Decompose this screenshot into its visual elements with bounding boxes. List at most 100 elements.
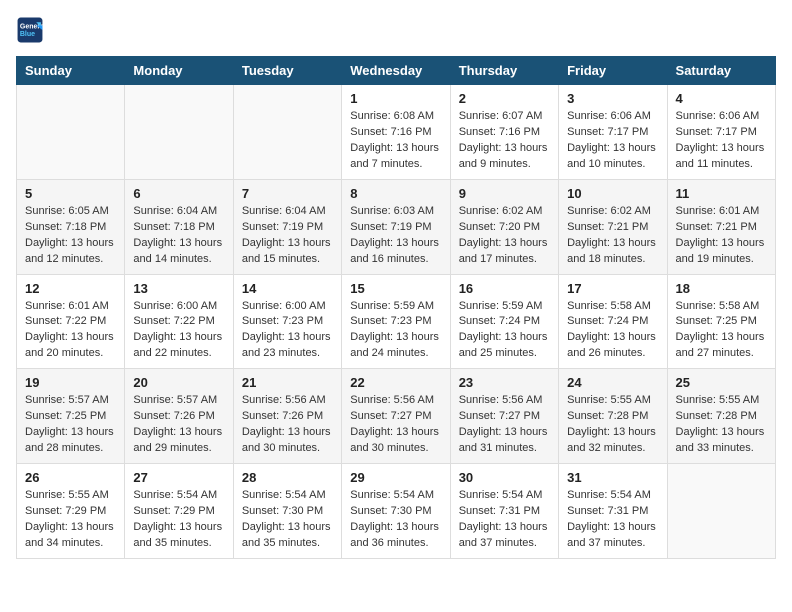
day-info: Sunrise: 5:59 AMSunset: 7:24 PMDaylight:…: [459, 299, 550, 363]
day-number: 23: [459, 375, 550, 390]
day-info: Sunrise: 6:05 AMSunset: 7:18 PMDaylight:…: [25, 204, 116, 268]
day-number: 3: [567, 91, 658, 106]
day-number: 8: [350, 186, 441, 201]
day-info: Sunrise: 5:56 AMSunset: 7:27 PMDaylight:…: [459, 393, 550, 457]
calendar-cell: 7 Sunrise: 6:04 AMSunset: 7:19 PMDaylight…: [233, 179, 341, 274]
weekday-header: Sunday: [17, 57, 125, 85]
day-number: 21: [242, 375, 333, 390]
calendar-cell: 14 Sunrise: 6:00 AMSunset: 7:23 PMDayligh…: [233, 274, 341, 369]
day-info: Sunrise: 6:00 AMSunset: 7:22 PMDaylight:…: [133, 299, 224, 363]
day-info: Sunrise: 6:04 AMSunset: 7:18 PMDaylight:…: [133, 204, 224, 268]
day-number: 27: [133, 470, 224, 485]
day-number: 26: [25, 470, 116, 485]
calendar-cell: 10 Sunrise: 6:02 AMSunset: 7:21 PMDayligh…: [559, 179, 667, 274]
day-info: Sunrise: 5:54 AMSunset: 7:30 PMDaylight:…: [350, 488, 441, 552]
day-number: 13: [133, 281, 224, 296]
day-info: Sunrise: 6:02 AMSunset: 7:21 PMDaylight:…: [567, 204, 658, 268]
day-info: Sunrise: 6:06 AMSunset: 7:17 PMDaylight:…: [676, 109, 767, 173]
day-number: 30: [459, 470, 550, 485]
calendar-cell: 5 Sunrise: 6:05 AMSunset: 7:18 PMDaylight…: [17, 179, 125, 274]
day-info: Sunrise: 5:55 AMSunset: 7:29 PMDaylight:…: [25, 488, 116, 552]
day-info: Sunrise: 5:58 AMSunset: 7:25 PMDaylight:…: [676, 299, 767, 363]
day-info: Sunrise: 5:56 AMSunset: 7:27 PMDaylight:…: [350, 393, 441, 457]
logo: General Blue: [16, 16, 48, 44]
day-number: 20: [133, 375, 224, 390]
day-number: 11: [676, 186, 767, 201]
calendar-cell: [667, 464, 775, 559]
calendar-cell: 30 Sunrise: 5:54 AMSunset: 7:31 PMDayligh…: [450, 464, 558, 559]
day-info: Sunrise: 6:04 AMSunset: 7:19 PMDaylight:…: [242, 204, 333, 268]
calendar-cell: 25 Sunrise: 5:55 AMSunset: 7:28 PMDayligh…: [667, 369, 775, 464]
calendar-week-row: 5 Sunrise: 6:05 AMSunset: 7:18 PMDaylight…: [17, 179, 776, 274]
day-info: Sunrise: 5:55 AMSunset: 7:28 PMDaylight:…: [676, 393, 767, 457]
day-number: 18: [676, 281, 767, 296]
day-number: 16: [459, 281, 550, 296]
calendar-cell: 17 Sunrise: 5:58 AMSunset: 7:24 PMDayligh…: [559, 274, 667, 369]
calendar-cell: 13 Sunrise: 6:00 AMSunset: 7:22 PMDayligh…: [125, 274, 233, 369]
calendar-cell: 19Sunrise: 5:57 AMSunset: 7:25 PMDayligh…: [17, 369, 125, 464]
weekday-header-row: SundayMondayTuesdayWednesdayThursdayFrid…: [17, 57, 776, 85]
calendar-cell: 1 Sunrise: 6:08 AMSunset: 7:16 PMDaylight…: [342, 85, 450, 180]
day-number: 1: [350, 91, 441, 106]
calendar-week-row: 26 Sunrise: 5:55 AMSunset: 7:29 PMDayligh…: [17, 464, 776, 559]
calendar-cell: 28Sunrise: 5:54 AMSunset: 7:30 PMDayligh…: [233, 464, 341, 559]
day-number: 15: [350, 281, 441, 296]
calendar-cell: 4 Sunrise: 6:06 AMSunset: 7:17 PMDaylight…: [667, 85, 775, 180]
page-header: General Blue: [16, 16, 776, 44]
day-number: 17: [567, 281, 658, 296]
weekday-header: Tuesday: [233, 57, 341, 85]
day-info: Sunrise: 6:08 AMSunset: 7:16 PMDaylight:…: [350, 109, 441, 173]
day-info: Sunrise: 6:00 AMSunset: 7:23 PMDaylight:…: [242, 299, 333, 363]
weekday-header: Monday: [125, 57, 233, 85]
calendar-cell: 18 Sunrise: 5:58 AMSunset: 7:25 PMDayligh…: [667, 274, 775, 369]
day-info: Sunrise: 6:06 AMSunset: 7:17 PMDaylight:…: [567, 109, 658, 173]
calendar-cell: 9 Sunrise: 6:02 AMSunset: 7:20 PMDaylight…: [450, 179, 558, 274]
calendar-cell: 8 Sunrise: 6:03 AMSunset: 7:19 PMDaylight…: [342, 179, 450, 274]
day-number: 10: [567, 186, 658, 201]
calendar-cell: 11Sunrise: 6:01 AMSunset: 7:21 PMDayligh…: [667, 179, 775, 274]
calendar-cell: 23 Sunrise: 5:56 AMSunset: 7:27 PMDayligh…: [450, 369, 558, 464]
calendar-cell: 22 Sunrise: 5:56 AMSunset: 7:27 PMDayligh…: [342, 369, 450, 464]
day-info: Sunrise: 5:56 AMSunset: 7:26 PMDaylight:…: [242, 393, 333, 457]
day-info: Sunrise: 6:07 AMSunset: 7:16 PMDaylight:…: [459, 109, 550, 173]
calendar-cell: [17, 85, 125, 180]
day-number: 12: [25, 281, 116, 296]
day-number: 7: [242, 186, 333, 201]
calendar-cell: 24Sunrise: 5:55 AMSunset: 7:28 PMDayligh…: [559, 369, 667, 464]
day-info: Sunrise: 5:58 AMSunset: 7:24 PMDaylight:…: [567, 299, 658, 363]
day-number: 5: [25, 186, 116, 201]
calendar-cell: 21 Sunrise: 5:56 AMSunset: 7:26 PMDayligh…: [233, 369, 341, 464]
calendar-cell: 20Sunrise: 5:57 AMSunset: 7:26 PMDayligh…: [125, 369, 233, 464]
day-number: 4: [676, 91, 767, 106]
day-info: Sunrise: 5:54 AMSunset: 7:29 PMDaylight:…: [133, 488, 224, 552]
calendar-cell: 16 Sunrise: 5:59 AMSunset: 7:24 PMDayligh…: [450, 274, 558, 369]
calendar-cell: 12 Sunrise: 6:01 AMSunset: 7:22 PMDayligh…: [17, 274, 125, 369]
day-number: 2: [459, 91, 550, 106]
calendar-cell: 3 Sunrise: 6:06 AMSunset: 7:17 PMDaylight…: [559, 85, 667, 180]
day-number: 29: [350, 470, 441, 485]
calendar-table: SundayMondayTuesdayWednesdayThursdayFrid…: [16, 56, 776, 559]
calendar-cell: 6 Sunrise: 6:04 AMSunset: 7:18 PMDaylight…: [125, 179, 233, 274]
day-number: 22: [350, 375, 441, 390]
day-info: Sunrise: 6:01 AMSunset: 7:22 PMDaylight:…: [25, 299, 116, 363]
day-number: 31: [567, 470, 658, 485]
calendar-week-row: 12 Sunrise: 6:01 AMSunset: 7:22 PMDayligh…: [17, 274, 776, 369]
day-info: Sunrise: 5:57 AMSunset: 7:25 PMDaylight:…: [25, 393, 116, 457]
day-info: Sunrise: 5:54 AMSunset: 7:31 PMDaylight:…: [567, 488, 658, 552]
svg-text:Blue: Blue: [20, 31, 35, 38]
calendar-cell: 31 Sunrise: 5:54 AMSunset: 7:31 PMDayligh…: [559, 464, 667, 559]
calendar-cell: 29 Sunrise: 5:54 AMSunset: 7:30 PMDayligh…: [342, 464, 450, 559]
day-info: Sunrise: 6:02 AMSunset: 7:20 PMDaylight:…: [459, 204, 550, 268]
calendar-cell: 26 Sunrise: 5:55 AMSunset: 7:29 PMDayligh…: [17, 464, 125, 559]
day-number: 28: [242, 470, 333, 485]
day-number: 6: [133, 186, 224, 201]
day-number: 24: [567, 375, 658, 390]
calendar-cell: 2 Sunrise: 6:07 AMSunset: 7:16 PMDaylight…: [450, 85, 558, 180]
day-info: Sunrise: 5:54 AMSunset: 7:31 PMDaylight:…: [459, 488, 550, 552]
day-number: 14: [242, 281, 333, 296]
day-info: Sunrise: 6:03 AMSunset: 7:19 PMDaylight:…: [350, 204, 441, 268]
calendar-week-row: 19Sunrise: 5:57 AMSunset: 7:25 PMDayligh…: [17, 369, 776, 464]
day-number: 25: [676, 375, 767, 390]
day-number: 9: [459, 186, 550, 201]
day-info: Sunrise: 5:59 AMSunset: 7:23 PMDaylight:…: [350, 299, 441, 363]
